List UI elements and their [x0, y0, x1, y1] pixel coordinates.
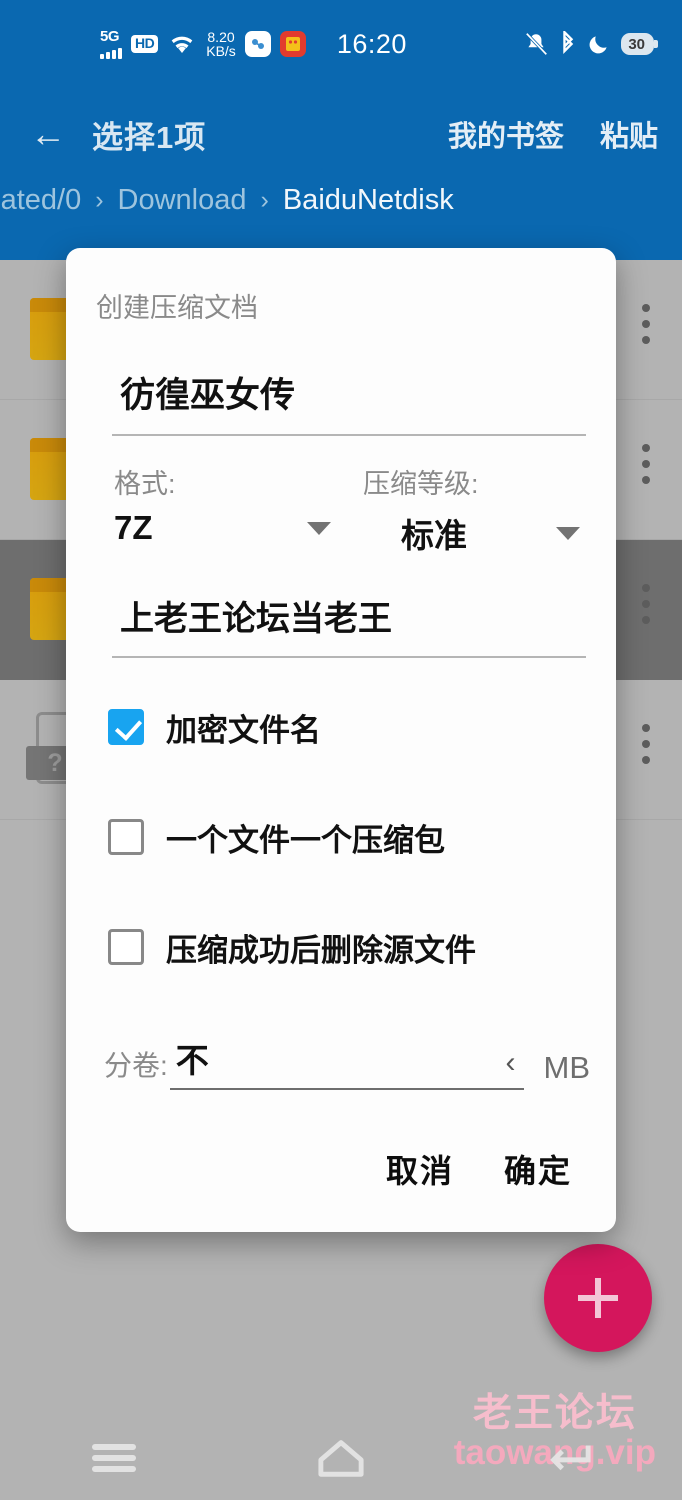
split-volume-value: 不 — [175, 1042, 209, 1079]
level-dropdown[interactable]: 标准 — [341, 509, 590, 557]
split-volume-row: 分卷: 不 ‹ MB — [104, 1034, 590, 1090]
phone-screen: 5G HD 8.20 KB/s 16:20 30 ← 选择1项 我的书签 粘贴 … — [0, 0, 682, 1500]
split-volume-input[interactable]: 不 ‹ — [169, 1034, 524, 1090]
chevron-left-icon[interactable]: ‹ — [506, 1046, 516, 1082]
dialog-title: 创建压缩文档 — [96, 293, 258, 323]
checkbox-row-delete-source-after[interactable]: 压缩成功后删除源文件 — [108, 924, 590, 970]
password-underline — [112, 656, 586, 658]
password-input[interactable]: 上老王论坛当老王 — [120, 591, 590, 640]
confirm-button[interactable]: 确定 — [504, 1146, 572, 1192]
checkbox-row-one-archive-per-file[interactable]: 一个文件一个压缩包 — [108, 814, 590, 860]
cancel-button[interactable]: 取消 — [386, 1146, 454, 1192]
chevron-down-icon — [307, 521, 331, 535]
archive-name-underline — [112, 434, 586, 436]
format-dropdown[interactable]: 7Z — [92, 509, 341, 547]
checkbox-label: 加密文件名 — [166, 712, 321, 748]
format-label: 格式: — [114, 469, 176, 499]
format-group: 格式: 7Z — [92, 462, 341, 557]
format-and-level-row: 格式: 7Z 压缩等级: 标准 — [92, 462, 590, 557]
create-archive-dialog: 创建压缩文档 彷徨巫女传 格式: 7Z 压缩等级: 标准 上老王论坛当老王 加密… — [66, 248, 616, 1232]
archive-name-input[interactable]: 彷徨巫女传 — [120, 367, 590, 418]
checkbox-label: 一个文件一个压缩包 — [166, 822, 445, 858]
checkbox-row-encrypt-filenames[interactable]: 加密文件名 — [108, 704, 590, 750]
format-value: 7Z — [114, 509, 153, 546]
options-checkbox-group: 加密文件名 一个文件一个压缩包 压缩成功后删除源文件 — [92, 704, 590, 970]
checkbox-icon-unchecked[interactable] — [108, 819, 144, 855]
checkbox-icon-checked[interactable] — [108, 709, 144, 745]
split-volume-unit: MB — [543, 1050, 591, 1085]
level-group: 压缩等级: 标准 — [341, 462, 590, 557]
level-label: 压缩等级: — [363, 469, 479, 499]
checkbox-label: 压缩成功后删除源文件 — [166, 932, 476, 968]
level-value: 标准 — [401, 517, 467, 554]
dialog-actions: 取消 确定 — [92, 1146, 590, 1192]
chevron-down-icon — [556, 526, 580, 540]
split-volume-label: 分卷: — [104, 1050, 168, 1081]
checkbox-icon-unchecked[interactable] — [108, 929, 144, 965]
